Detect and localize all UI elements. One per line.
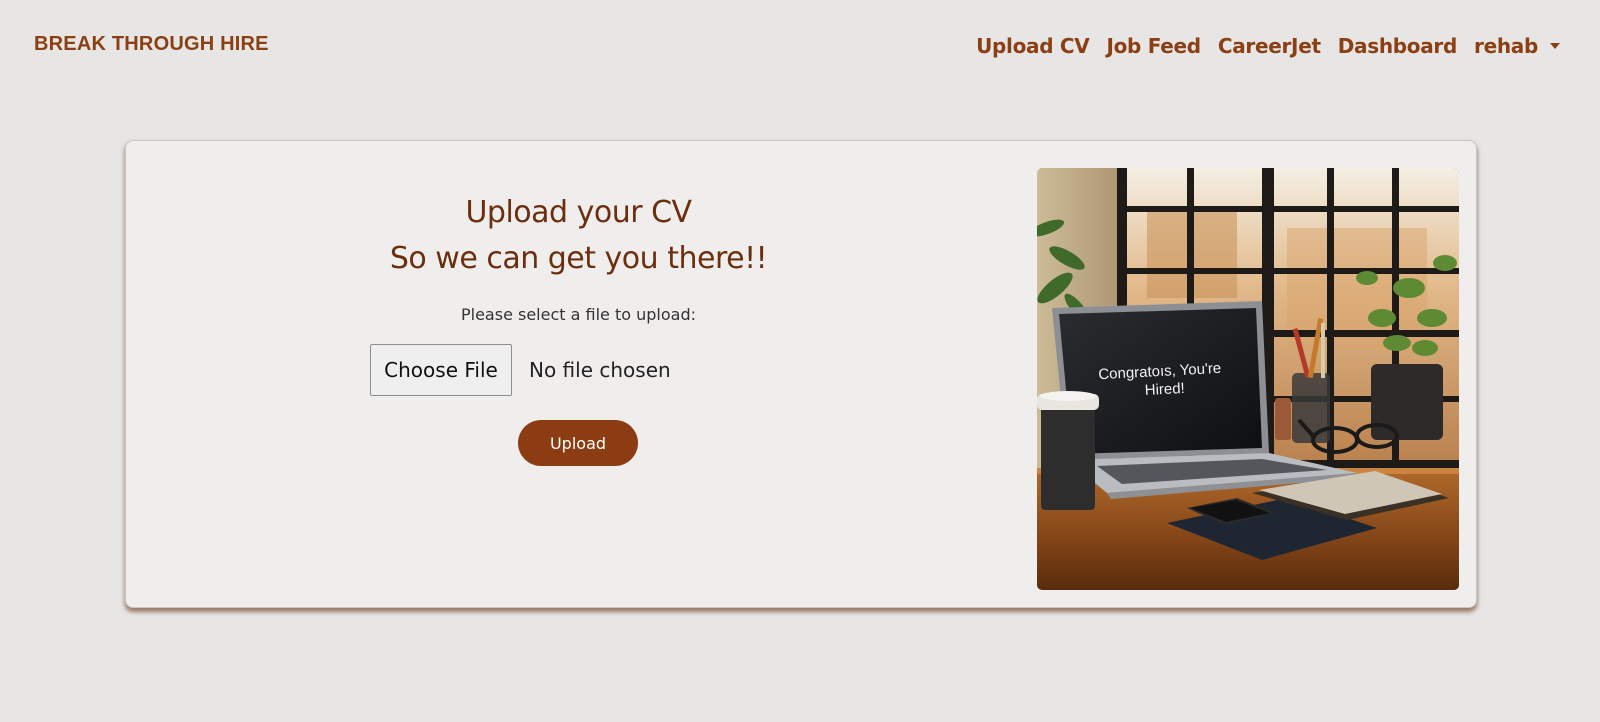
nav-links: Upload CV Job Feed CareerJet Dashboard r… (976, 34, 1560, 58)
user-menu-toggle[interactable]: rehab (1474, 34, 1560, 58)
upload-button[interactable]: Upload (518, 420, 638, 466)
nav-dashboard[interactable]: Dashboard (1338, 34, 1458, 58)
nav-careerjet[interactable]: CareerJet (1218, 34, 1321, 58)
file-input[interactable]: Choose File No file chosen (370, 344, 671, 396)
hero-image: Congratoıs, You're Hired! (1037, 168, 1459, 590)
page-title: Upload your CV (465, 195, 692, 230)
upload-card: Upload your CV So we can get you there!!… (125, 140, 1477, 608)
laptop-screen-line2: Hired! (1144, 380, 1185, 399)
user-name: rehab (1474, 34, 1538, 58)
choose-file-button[interactable]: Choose File (370, 344, 512, 396)
brand-logo[interactable]: BREAK THROUGH HIRE (34, 33, 269, 56)
file-select-label: Please select a file to upload: (460, 305, 696, 324)
nav-job-feed[interactable]: Job Feed (1106, 34, 1201, 58)
chevron-down-icon (1550, 43, 1560, 49)
upload-form: Upload your CV So we can get you there!!… (126, 141, 1031, 609)
file-status-text: No file chosen (529, 358, 671, 382)
nav-upload-cv[interactable]: Upload CV (976, 34, 1090, 58)
navbar: BREAK THROUGH HIRE Upload CV Job Feed Ca… (0, 0, 1600, 92)
page-subtitle: So we can get you there!! (389, 241, 768, 276)
